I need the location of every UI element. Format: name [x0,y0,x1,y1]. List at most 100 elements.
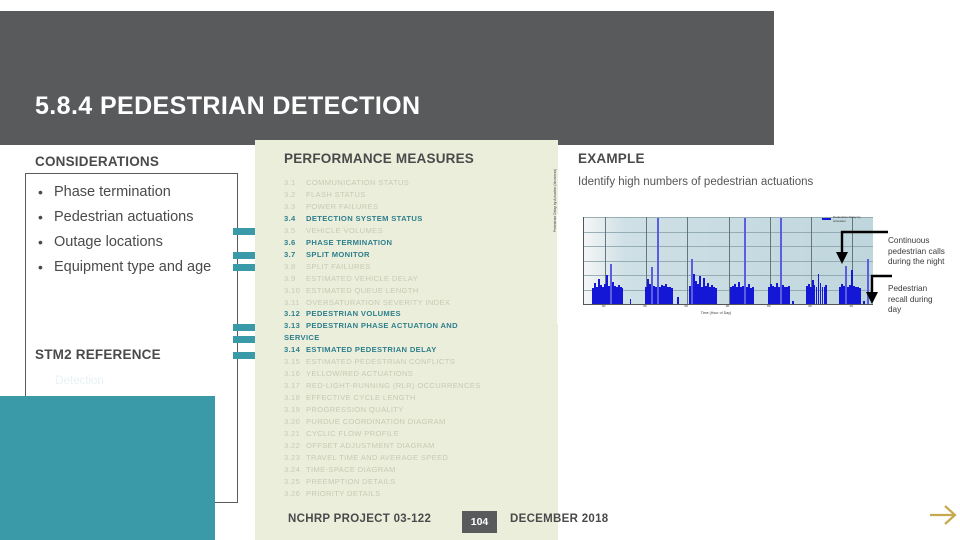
performance-measure-label: RED-LIGHT-RUNNING (RLR) OCCURRENCES [306,381,481,391]
performance-measure-number: 3.26 [284,488,301,498]
performance-measure-label: PROGRESSION QUALITY [306,405,404,415]
performance-measure-label: ESTIMATED VEHICLE DELAY [306,273,418,283]
chart-bar [752,286,755,304]
performance-measure-item[interactable]: 3.18 EFFECTIVE CYCLE LENGTH [284,392,552,404]
performance-measure-item[interactable]: 3.3 POWER FAILURES [284,201,552,213]
consideration-label: Phase termination [54,184,171,200]
performance-measure-item[interactable]: 3.26 PRIORITY DETAILS [284,488,552,500]
stm2-reference-label: Detection [55,375,104,387]
performance-measure-number: 3.22 [284,440,301,450]
performance-measure-item[interactable]: 3.6 PHASE TERMINATION [284,237,552,249]
chart-bar [629,298,632,304]
performance-measure-number: 3.15 [284,357,301,367]
performance-measure-item[interactable]: 3.1 COMMUNICATION STATUS [284,177,552,189]
consideration-item: • Phase termination [38,180,238,205]
stm2-reference-item[interactable]: 4.1 Detection [36,375,104,387]
next-slide-arrow-icon[interactable] [928,500,958,530]
performance-measure-item[interactable]: 3.12 PEDESTRIAN VOLUMES [284,308,552,320]
performance-measure-item[interactable]: 3.20 PURDUE COORDINATION DIAGRAM [284,416,552,428]
performance-measure-number: 3.11 [284,297,300,307]
performance-measure-number: 3.6 [284,237,296,247]
page-title: 5.8.4 PEDESTRIAN DETECTION [35,92,421,120]
performance-measure-label: VEHICLE VOLUMES [306,225,383,235]
performance-measure-item[interactable]: 3.5 VEHICLE VOLUMES [284,225,552,237]
performance-measure-label: SPLIT MONITOR [306,249,370,259]
performance-measure-number: 3.19 [284,405,301,415]
performance-measure-label: ESTIMATED QUEUE LENGTH [306,285,419,295]
consideration-label: Equipment type and age [54,259,212,275]
performance-measure-item[interactable]: 3.22 OFFSET ADJUSTMENT DIAGRAM [284,440,552,452]
performance-measure-label: PHASE TERMINATION [306,237,393,247]
performance-measure-item[interactable]: 3.21 CYCLIC FLOW PROFILE [284,428,552,440]
performance-measure-number: 3.9 [284,273,296,283]
chart-legend: Pedestrian Delay by Actuation [822,215,873,224]
performance-measure-number: 3.17 [284,381,301,391]
performance-measure-label: EFFECTIVE CYCLE LENGTH [306,393,416,403]
performance-measure-number: 3.21 [284,429,301,439]
bullet-icon: • [38,209,43,225]
performance-measure-continuation: SERVICE [284,333,320,343]
performance-measures-list: 3.1 COMMUNICATION STATUS 3.2 FLASH STATUS 3.… [284,177,552,500]
performance-measure-label: PEDESTRIAN VOLUMES [306,309,401,319]
performance-measure-label: OFFSET ADJUSTMENT DIAGRAM [306,440,435,450]
legend-swatch-icon [822,217,831,220]
chart-x-axis-label: Time (Hour of Day) [700,311,732,315]
performance-measure-label: COMMUNICATION STATUS [306,178,410,187]
performance-measure-item[interactable]: 3.7 SPLIT MONITOR [284,249,552,261]
performance-measure-item[interactable]: 3.10 ESTIMATED QUEUE LENGTH [284,285,552,297]
chart-x-tick-label: 00 [643,304,647,308]
chart-x-tick-label: 00 [808,304,812,308]
chart-bar [787,286,790,304]
performance-measure-item[interactable]: 3.17 RED-LIGHT-RUNNING (RLR) OCCURRENCES [284,380,552,392]
considerations-list: • Phase termination • Pedestrian actuations… [38,180,238,280]
bullet-icon: • [38,184,43,200]
performance-measure-number: 3.10 [284,285,301,295]
chart-bar [791,300,794,304]
example-heading: EXAMPLE [578,151,645,166]
stm2-reference-panel [0,396,215,540]
performance-measure-number: 3.24 [284,464,301,474]
chart-vertical-gridline [728,217,730,304]
chart-bar [714,288,717,304]
footer-date: DECEMBER 2018 [510,513,609,525]
chart-x-tick-label: 00 [684,304,688,308]
performance-measure-label: POWER FAILURES [306,201,379,211]
performance-measure-item[interactable]: 3.19 PROGRESSION QUALITY [284,404,552,416]
footer-page-number: 104 [462,511,497,533]
performance-measure-label: TRAVEL TIME AND AVERAGE SPEED [306,452,449,462]
performance-measure-item[interactable]: 3.8 SPLIT FAILURES [284,261,552,273]
consideration-label: Outage locations [54,234,163,250]
performance-measure-item[interactable]: 3.13 PEDESTRIAN PHASE ACTUATION AND [284,320,552,332]
performance-measure-label: FLASH STATUS [306,189,366,199]
performance-measure-item[interactable]: 3.16 YELLOW/RED ACTUATIONS [284,368,552,380]
performance-measure-item[interactable]: 3.14 ESTIMATED PEDESTRIAN DELAY [284,344,552,356]
footer-project: NCHRP PROJECT 03-122 [288,513,432,525]
performance-measure-item[interactable]: 3.11 OVERSATURATION SEVERITY INDEX [284,297,552,309]
performance-measure-number: 3.18 [284,393,301,403]
performance-measure-item[interactable]: 3.25 PREEMPTION DETAILS [284,476,552,488]
performance-measure-number: 3.3 [284,201,296,211]
performance-measure-item[interactable]: 3.9 ESTIMATED VEHICLE DELAY [284,273,552,285]
chart-bar [671,288,673,304]
performance-measure-label: PRIORITY DETAILS [306,488,381,498]
performance-measure-label: YELLOW/RED ACTUATIONS [306,369,414,379]
performance-measure-label: PREEMPTION DETAILS [306,476,396,486]
bullet-icon: • [38,234,43,250]
performance-measure-item[interactable]: 3.15 ESTIMATED PEDESTRIAN CONFLICTS [284,356,552,368]
performance-measure-item[interactable]: 3.23 TRAVEL TIME AND AVERAGE SPEED [284,452,552,464]
consideration-item: • Equipment type and age [38,255,238,280]
performance-measure-label: DETECTION SYSTEM STATUS [306,213,423,223]
performance-measure-item[interactable]: 3.4 DETECTION SYSTEM STATUS [284,213,552,225]
header-band [0,11,774,145]
consideration-item: • Pedestrian actuations [38,205,238,230]
performance-measure-number: 3.16 [284,369,301,379]
performance-measure-number: 3.5 [284,225,296,235]
chart-y-axis-label: Pedestrian Delay by Actuation (hh:mm:ss) [553,168,557,232]
performance-measure-item[interactable]: 3.2 FLASH STATUS [284,189,552,201]
stm2-reference-number: 4.1 [36,375,52,387]
performance-measure-number: 3.23 [284,452,301,462]
performance-measure-number: 3.4 [284,213,296,223]
performance-measure-number: 3.1 [284,178,296,187]
performance-measure-item[interactable]: 3.24 TIME-SPACE DIAGRAM [284,464,552,476]
bullet-icon: • [38,259,43,275]
